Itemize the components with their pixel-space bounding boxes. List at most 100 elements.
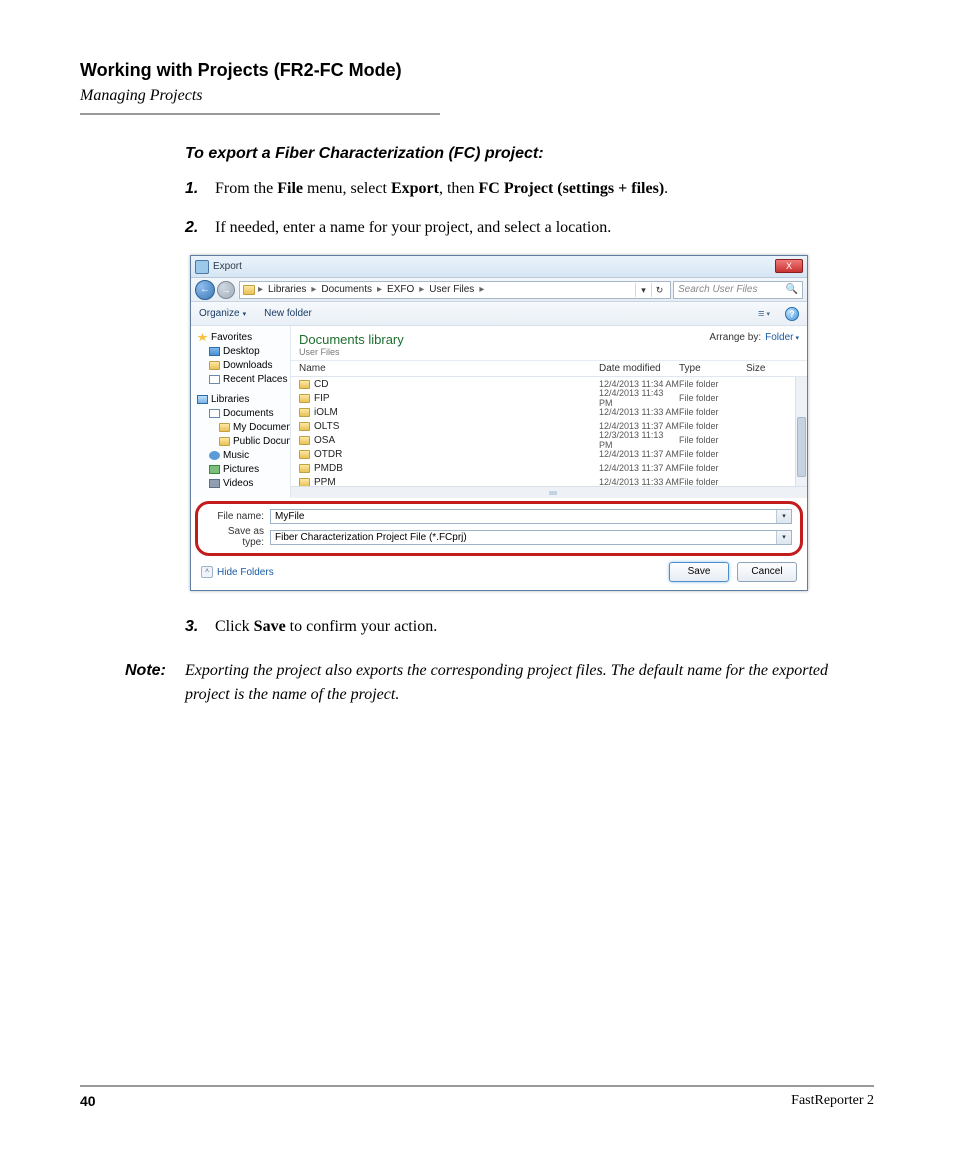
crumb-sep: ▸ [310,284,317,295]
videos-icon [209,479,220,488]
breadcrumb[interactable]: ▸ Libraries ▸ Documents ▸ EXFO ▸ User Fi… [239,281,671,299]
step-text: Click Save to confirm your action. [215,615,874,638]
search-input[interactable]: Search User Files 🔍 [673,281,803,299]
step-number: 3. [185,615,215,638]
column-headers[interactable]: Name Date modified Type Size [291,361,807,377]
folder-icon [299,450,310,459]
file-list-pane: Documents library User Files Arrange by:… [291,326,807,498]
table-row[interactable]: OTDR12/4/2013 11:37 AMFile folder [291,447,807,461]
table-row[interactable]: OSA12/3/2013 11:13 PMFile folder [291,433,807,447]
crumb-sep: ▸ [257,284,264,295]
chapter-title: Working with Projects (FR2-FC Mode) [80,60,874,81]
path-dropdown-icon[interactable]: ▾ [635,283,651,297]
crumb[interactable]: Libraries [266,284,308,295]
new-folder-button[interactable]: New folder [264,308,312,319]
crumb-sep: ▸ [418,284,425,295]
tree-pictures[interactable]: Pictures [197,462,288,476]
section-subtitle: Managing Projects [80,87,874,105]
tree-recent[interactable]: Recent Places [197,372,288,386]
dropdown-icon[interactable]: ▾ [776,531,791,544]
step-number: 2. [185,216,215,239]
tree-publicdocs[interactable]: Public Docume [197,434,288,448]
search-icon: 🔍 [786,284,798,295]
tree-libraries[interactable]: Libraries [197,392,288,406]
folder-icon [299,408,310,417]
nav-back-button[interactable]: ← [195,280,215,300]
refresh-icon[interactable]: ↻ [651,283,667,297]
dropdown-icon[interactable]: ▾ [776,510,791,523]
folder-icon [299,436,310,445]
tree-music[interactable]: Music [197,448,288,462]
folder-icon [219,437,230,446]
address-bar: ← → ▸ Libraries ▸ Documents ▸ EXFO ▸ Use… [191,278,807,302]
nav-tree: Favorites Desktop Downloads Recent Place… [191,326,291,498]
table-row[interactable]: PMDB12/4/2013 11:37 AMFile folder [291,461,807,475]
export-dialog-screenshot: Export X ← → ▸ Libraries ▸ Documents ▸ E… [190,255,808,591]
folder-icon [299,394,310,403]
tree-documents[interactable]: Documents [197,406,288,420]
folder-icon [219,423,230,432]
folder-icon [243,285,255,295]
crumb-sep: ▸ [478,284,485,295]
help-button[interactable]: ? [785,307,799,321]
tree-downloads[interactable]: Downloads [197,358,288,372]
tree-videos[interactable]: Videos [197,476,288,490]
col-date: Date modified [599,363,679,374]
chevron-down-icon: ▾ [243,310,247,318]
tree-favorites[interactable]: Favorites [197,330,288,344]
step-3: 3. Click Save to confirm your action. [185,615,874,638]
window-icon [195,260,209,274]
library-icon [197,395,208,404]
table-row[interactable]: CD12/4/2013 11:34 AMFile folder [291,377,807,391]
product-name: FastReporter 2 [791,1093,874,1109]
recent-icon [209,375,220,384]
vertical-scrollbar[interactable] [795,377,807,486]
titlebar: Export X [191,256,807,278]
table-row[interactable]: PPM12/4/2013 11:33 AMFile folder [291,475,807,486]
window-title: Export [213,261,242,272]
tree-mydocs[interactable]: My Documents [197,420,288,434]
file-list: CD12/4/2013 11:34 AMFile folderFIP12/4/2… [291,377,807,486]
step-text: If needed, enter a name for your project… [215,216,874,239]
table-row[interactable]: OLTS12/4/2013 11:37 AMFile folder [291,419,807,433]
star-icon [197,333,208,342]
chevron-up-icon: ˄ [201,566,213,578]
folder-icon [209,361,220,370]
cancel-button[interactable]: Cancel [737,562,797,582]
nav-forward-button[interactable]: → [217,281,235,299]
col-size: Size [746,363,786,374]
horizontal-scrollbar[interactable] [291,486,807,498]
tree-desktop[interactable]: Desktop [197,344,288,358]
col-name: Name [299,363,599,374]
organize-button[interactable]: Organize▾ [199,308,246,319]
save-button[interactable]: Save [669,562,729,582]
step-1: 1. From the File menu, select Export, th… [185,177,874,200]
pictures-icon [209,465,220,474]
close-button[interactable]: X [775,259,803,273]
document-icon [209,409,220,418]
search-placeholder: Search User Files [678,284,757,295]
table-row[interactable]: iOLM12/4/2013 11:33 AMFile folder [291,405,807,419]
header-rule [80,113,440,115]
crumb[interactable]: Documents [319,284,374,295]
col-type: Type [679,363,746,374]
folder-icon [299,380,310,389]
footer-rule [80,1085,874,1087]
music-icon [209,451,220,460]
page-number: 40 [80,1093,96,1109]
table-row[interactable]: FIP12/4/2013 11:43 PMFile folder [291,391,807,405]
crumb-sep: ▸ [376,284,383,295]
save-as-type-field[interactable]: Fiber Characterization Project File (*.F… [270,530,792,545]
crumb[interactable]: User Files [427,284,476,295]
file-name-label: File name: [206,511,270,522]
arrange-by[interactable]: Arrange by: Folder▾ [709,332,799,343]
crumb[interactable]: EXFO [385,284,416,295]
view-options-button[interactable]: ≡▾ [755,307,773,321]
step-text: From the File menu, select Export, then … [215,177,874,200]
file-name-field[interactable]: MyFile ▾ [270,509,792,524]
dialog-footer: ˄ Hide Folders Save Cancel [191,556,807,590]
library-subtitle: User Files [299,347,709,357]
step-number: 1. [185,177,215,200]
save-as-type-label: Save as type: [206,526,270,548]
hide-folders-button[interactable]: ˄ Hide Folders [201,566,274,578]
